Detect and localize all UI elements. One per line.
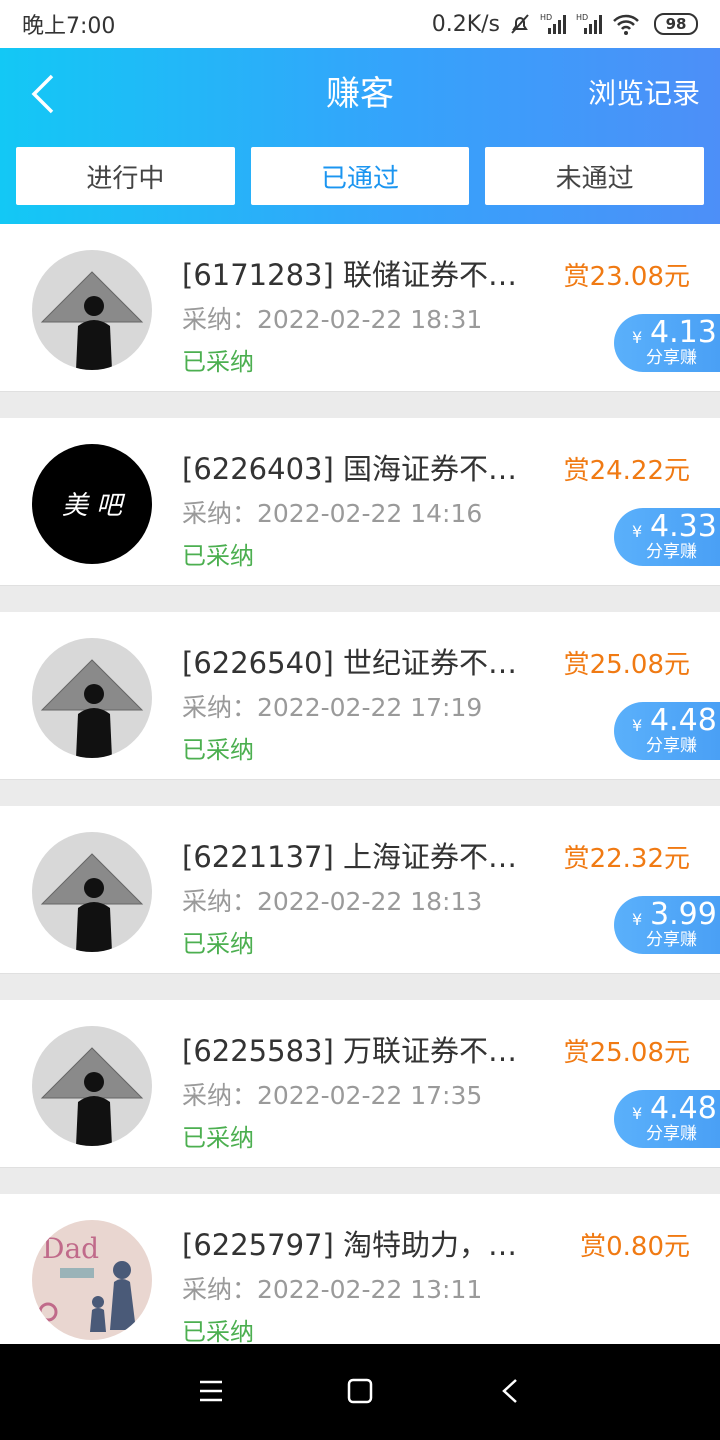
share-earn-button[interactable]: ¥ 4.33 分享赚 [614, 508, 720, 566]
tab-rejected[interactable]: 未通过 [485, 147, 705, 205]
item-title: [6226540] 世纪证券不… [182, 646, 518, 680]
item-title: [6171283] 联储证券不… [182, 258, 518, 292]
system-nav-bar [0, 1344, 720, 1440]
list-item[interactable]: [6226540] 世纪证券不… 赏25.08元 采纳：2022-02-22 1… [0, 612, 720, 780]
item-title: [6225583] 万联证券不… [182, 1034, 518, 1068]
signal-hd-icon: HD [540, 13, 566, 34]
yen-symbol: ¥ [632, 522, 643, 541]
status-label: 已采纳 [182, 542, 254, 570]
yen-symbol: ¥ [632, 910, 643, 929]
status-label: 已采纳 [182, 930, 254, 958]
list-item[interactable]: [6225583] 万联证券不… 赏25.08元 采纳：2022-02-22 1… [0, 1000, 720, 1168]
share-amount: 4.48 [650, 703, 717, 738]
list-item[interactable]: [6171283] 联储证券不… 赏23.08元 采纳：2022-02-22 1… [0, 224, 720, 392]
share-label: 分享赚 [646, 736, 697, 756]
reward-amount: 赏0.80元 [580, 1232, 690, 1262]
yen-symbol: ¥ [632, 1104, 643, 1123]
app-header: 赚客 浏览记录 进行中 已通过 未通过 [0, 48, 720, 224]
item-title: [6225797] 淘特助力，诚… [182, 1228, 532, 1262]
share-earn-button[interactable]: ¥ 3.99 分享赚 [614, 896, 720, 954]
share-earn-button[interactable]: ¥ 4.13 分享赚 [614, 314, 720, 372]
item-title: [6226403] 国海证券不… [182, 452, 518, 486]
net-speed: 0.2K/s [431, 11, 500, 37]
avatar-text: Dad [42, 1232, 99, 1265]
reward-amount: 赏23.08元 [563, 262, 690, 292]
status-label: 已采纳 [182, 736, 254, 764]
status-label: 已采纳 [182, 348, 254, 376]
tab-in-progress[interactable]: 进行中 [16, 147, 235, 205]
status-icons: 0.2K/s HD HD 98 [432, 12, 698, 37]
wifi-icon [613, 14, 639, 35]
accepted-time: 采纳：2022-02-22 18:13 [182, 887, 483, 916]
avatar: 美 吧 [32, 444, 152, 564]
status-tabs: 进行中 已通过 未通过 [16, 147, 705, 205]
share-amount: 4.33 [650, 509, 717, 544]
item-title: [6221137] 上海证券不… [182, 840, 518, 874]
share-amount: 4.48 [650, 1091, 717, 1126]
share-label: 分享赚 [646, 348, 697, 368]
avatar [32, 1026, 152, 1146]
tab-approved[interactable]: 已通过 [250, 147, 470, 205]
avatar-text: 美 吧 [62, 491, 126, 521]
list-item[interactable]: Dad [6225797] 淘特助力，诚… 赏0.80元 采纳：2022-02-… [0, 1194, 720, 1362]
accepted-time: 采纳：2022-02-22 17:35 [182, 1081, 483, 1110]
accepted-time: 采纳：2022-02-22 17:19 [182, 693, 483, 722]
home-icon[interactable] [347, 1378, 373, 1404]
accepted-time: 采纳：2022-02-22 13:11 [182, 1275, 483, 1304]
yen-symbol: ¥ [632, 716, 643, 735]
accepted-time: 采纳：2022-02-22 18:31 [182, 305, 483, 334]
status-label: 已采纳 [182, 1318, 254, 1346]
status-label: 已采纳 [182, 1124, 254, 1152]
avatar [32, 638, 152, 758]
status-bar: 晚上7:00 0.2K/s HD HD 98 [0, 0, 720, 48]
reward-amount: 赏22.32元 [563, 844, 690, 874]
accepted-time: 采纳：2022-02-22 14:16 [182, 499, 483, 528]
reward-amount: 赏24.22元 [563, 456, 690, 486]
share-amount: 3.99 [650, 897, 717, 932]
list-item[interactable]: 美 吧 [6226403] 国海证券不… 赏24.22元 采纳：2022-02-… [0, 418, 720, 586]
menu-icon[interactable] [198, 1378, 224, 1404]
yen-symbol: ¥ [632, 328, 643, 347]
mute-bell-icon [511, 14, 529, 34]
avatar: Dad [32, 1220, 152, 1340]
svg-text:HD: HD [540, 13, 552, 22]
signal-hd-icon-2: HD [576, 13, 602, 34]
reward-amount: 赏25.08元 [563, 1038, 690, 1068]
reward-amount: 赏25.08元 [563, 650, 690, 680]
share-earn-button[interactable]: ¥ 4.48 分享赚 [614, 1090, 720, 1148]
battery-indicator: 98 [654, 13, 698, 35]
browse-history-link[interactable]: 浏览记录 [588, 72, 700, 116]
share-label: 分享赚 [646, 930, 697, 950]
share-amount: 4.13 [650, 315, 717, 350]
avatar [32, 832, 152, 952]
status-time: 晚上7:00 [22, 14, 116, 39]
share-label: 分享赚 [646, 542, 697, 562]
svg-text:HD: HD [576, 13, 588, 22]
share-earn-button[interactable]: ¥ 4.48 分享赚 [614, 702, 720, 760]
task-list: [6171283] 联储证券不… 赏23.08元 采纳：2022-02-22 1… [0, 224, 720, 1388]
list-item[interactable]: [6221137] 上海证券不… 赏22.32元 采纳：2022-02-22 1… [0, 806, 720, 974]
back-nav-icon[interactable] [500, 1378, 520, 1404]
share-label: 分享赚 [646, 1124, 697, 1144]
avatar [32, 250, 152, 370]
